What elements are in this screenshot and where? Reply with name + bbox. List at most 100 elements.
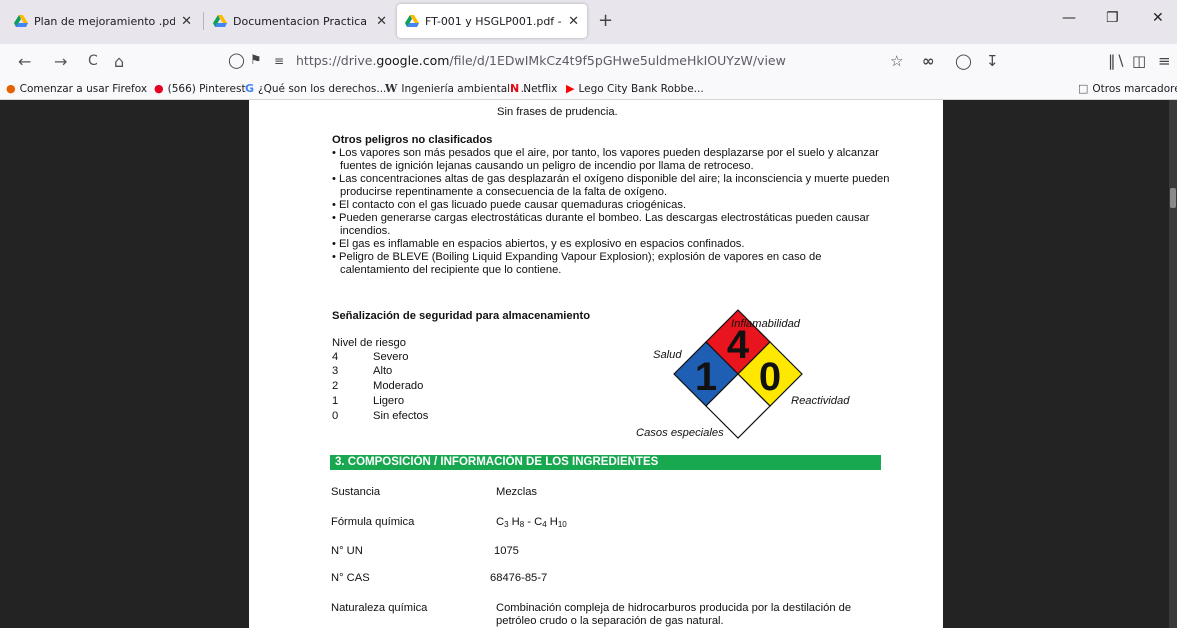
tab-title: FT-001 y HSGLP001.pdf - Googl [425, 14, 562, 28]
bookmark-label: (566) Pinterest [167, 82, 246, 95]
risk-level-label: Sin efectos [373, 410, 429, 422]
pocket-icon[interactable]: ◯ [955, 52, 972, 70]
hazard-line: producirse repentinamente a consecuencia… [340, 186, 668, 198]
bookmark-lego[interactable]: ▶ Lego City Bank Robbe... [566, 82, 704, 95]
risk-level-label: Ligero [373, 395, 405, 407]
permissions-icon[interactable]: ≡ [274, 54, 284, 68]
risk-level-label: Alto [373, 365, 393, 377]
risk-title: Nivel de riesgo [332, 337, 406, 349]
formula-sub: 10 [557, 520, 567, 529]
google-drive-icon [213, 15, 227, 27]
scrollbar-thumb[interactable] [1170, 188, 1176, 208]
prudence-text: Sin frases de prudencia. [497, 106, 618, 118]
hazard-line: incendios. [340, 225, 391, 237]
bookmark-label: Netflix [523, 82, 558, 95]
hazard-line: • Peligro de BLEVE (Boiling Liquid Expan… [332, 251, 822, 263]
bookmark-label: Otros marcadores [1092, 82, 1177, 95]
lock-icon[interactable]: ⚑ [250, 53, 262, 68]
bookmark-derechos[interactable]: G ¿Qué son los derechos... [245, 82, 386, 95]
risk-level-number: 4 [332, 351, 339, 363]
risk-level-number: 1 [332, 395, 339, 407]
url-prefix: https://drive. [296, 53, 377, 68]
signage-title: Señalización de seguridad para almacenam… [332, 310, 591, 322]
bookmark-ingenieria[interactable]: W Ingeniería ambiental - ... [385, 82, 531, 95]
tab-separator [203, 12, 204, 30]
risk-level-label: Severo [373, 351, 409, 363]
shield-icon[interactable]: ◯ [228, 51, 245, 69]
firefox-icon: ● [6, 82, 16, 95]
hazard-line: fuentes de ignición lejanas causando un … [340, 160, 754, 172]
star-bookmark-icon[interactable]: ☆ [890, 52, 903, 70]
url-path: /file/d/1EDwIMkCz4t9f5pGHwe5uldmeHkIOUYz… [449, 53, 786, 68]
formula-part: H [508, 516, 520, 528]
bookmark-netflix[interactable]: N Netflix [510, 82, 557, 95]
close-tab-icon[interactable]: ✕ [376, 14, 387, 29]
pinterest-icon: ● [154, 82, 164, 95]
flammability-label: Inflamabilidad [731, 318, 801, 330]
other-bookmarks[interactable]: □ Otros marcadores [1078, 82, 1177, 95]
back-button[interactable]: ← [18, 52, 31, 71]
bookmarks-bar: ● Comenzar a usar Firefox ● (566) Pinteres… [0, 78, 1177, 100]
bookmark-label: Lego City Bank Robbe... [578, 82, 704, 95]
hazard-line: • Pueden generarse cargas electrostática… [332, 212, 870, 224]
hazard-line: • Las concentraciones altas de gas despl… [332, 173, 890, 185]
formula-part: C [496, 516, 505, 528]
tab-documentacion[interactable]: Documentacion Practica Empre ✕ [205, 4, 395, 38]
close-tab-icon[interactable]: ✕ [568, 14, 579, 29]
bookmark-firefox[interactable]: ● Comenzar a usar Firefox [6, 82, 147, 95]
forward-button[interactable]: → [54, 52, 67, 71]
cas-label: N° CAS [331, 572, 370, 584]
pdf-page: Sin frases de prudencia. Otros peligros … [249, 100, 943, 628]
tab-plan-mejoramiento[interactable]: Plan de mejoramiento .pdf - Go ✕ [6, 4, 200, 38]
download-icon[interactable]: ↧ [986, 52, 999, 70]
wikipedia-icon: W [385, 82, 398, 95]
hazard-line: • Los vapores son más pesados que el air… [332, 147, 879, 159]
tab-ft-001[interactable]: FT-001 y HSGLP001.pdf - Googl ✕ [397, 4, 587, 38]
scrollbar[interactable] [1169, 100, 1177, 628]
formula-value: C3 H8 - C4 H10 [496, 516, 567, 531]
minimize-button[interactable]: — [1062, 10, 1076, 26]
close-window-button[interactable]: ✕ [1152, 10, 1164, 26]
reactivity-value: 0 [759, 355, 781, 399]
naturaleza-value-line1: Combinación compleja de hidrocarburos pr… [496, 602, 852, 614]
tab-title: Documentacion Practica Empre [233, 14, 370, 28]
bookmark-label: ¿Qué son los derechos... [258, 82, 387, 95]
google-icon: G [245, 82, 255, 95]
hazard-line: • El gas es inflamable en espacios abier… [332, 238, 745, 250]
url-domain: google.com [376, 53, 450, 68]
folder-icon: □ [1078, 82, 1089, 95]
special-label: Casos especiales [636, 427, 724, 439]
bookmark-pinterest[interactable]: ● (566) Pinterest [154, 82, 246, 95]
navigation-bar: ← → C ⌂ ◯ ⚑ ≡ https://drive.google.com/f… [0, 44, 1177, 78]
reactivity-label: Reactividad [791, 395, 850, 407]
new-tab-button[interactable]: + [598, 10, 613, 31]
health-value: 1 [695, 355, 717, 399]
naturaleza-label: Naturaleza química [331, 602, 428, 614]
formula-part: - C [524, 516, 543, 528]
youtube-icon: ▶ [566, 82, 575, 95]
netflix-icon: N [510, 82, 520, 95]
cas-value: 68476-85-7 [490, 572, 548, 584]
un-value: 1075 [494, 545, 519, 557]
health-label: Salud [653, 349, 682, 361]
google-drive-icon [405, 15, 419, 27]
risk-level-number: 0 [332, 410, 339, 422]
tab-bar: Plan de mejoramiento .pdf - Go ✕ Documen… [0, 0, 1177, 44]
menu-icon[interactable]: ≡ [1158, 52, 1171, 70]
close-tab-icon[interactable]: ✕ [181, 14, 192, 29]
sidebar-icon[interactable]: ◫ [1132, 52, 1146, 70]
risk-level-label: Moderado [373, 380, 424, 392]
hazard-line: calentamiento del recipiente que lo cont… [340, 264, 562, 276]
mask-icon[interactable]: ∞ [922, 52, 935, 70]
google-drive-icon [14, 15, 28, 27]
url-field[interactable]: https://drive.google.com/file/d/1EDwIMkC… [296, 53, 786, 68]
section-3-header: 3. COMPOSICIÓN / INFORMACIÓN DE LOS INGR… [330, 455, 881, 470]
hazards-title: Otros peligros no clasificados [332, 134, 493, 146]
restore-button[interactable]: ❐ [1106, 10, 1119, 26]
un-label: N° UN [331, 545, 363, 557]
reload-button[interactable]: C [88, 53, 98, 69]
library-icon[interactable]: ‖∖ [1108, 52, 1125, 70]
sustancia-value: Mezclas [496, 486, 538, 498]
risk-level-number: 3 [332, 365, 339, 377]
home-button[interactable]: ⌂ [114, 52, 124, 71]
